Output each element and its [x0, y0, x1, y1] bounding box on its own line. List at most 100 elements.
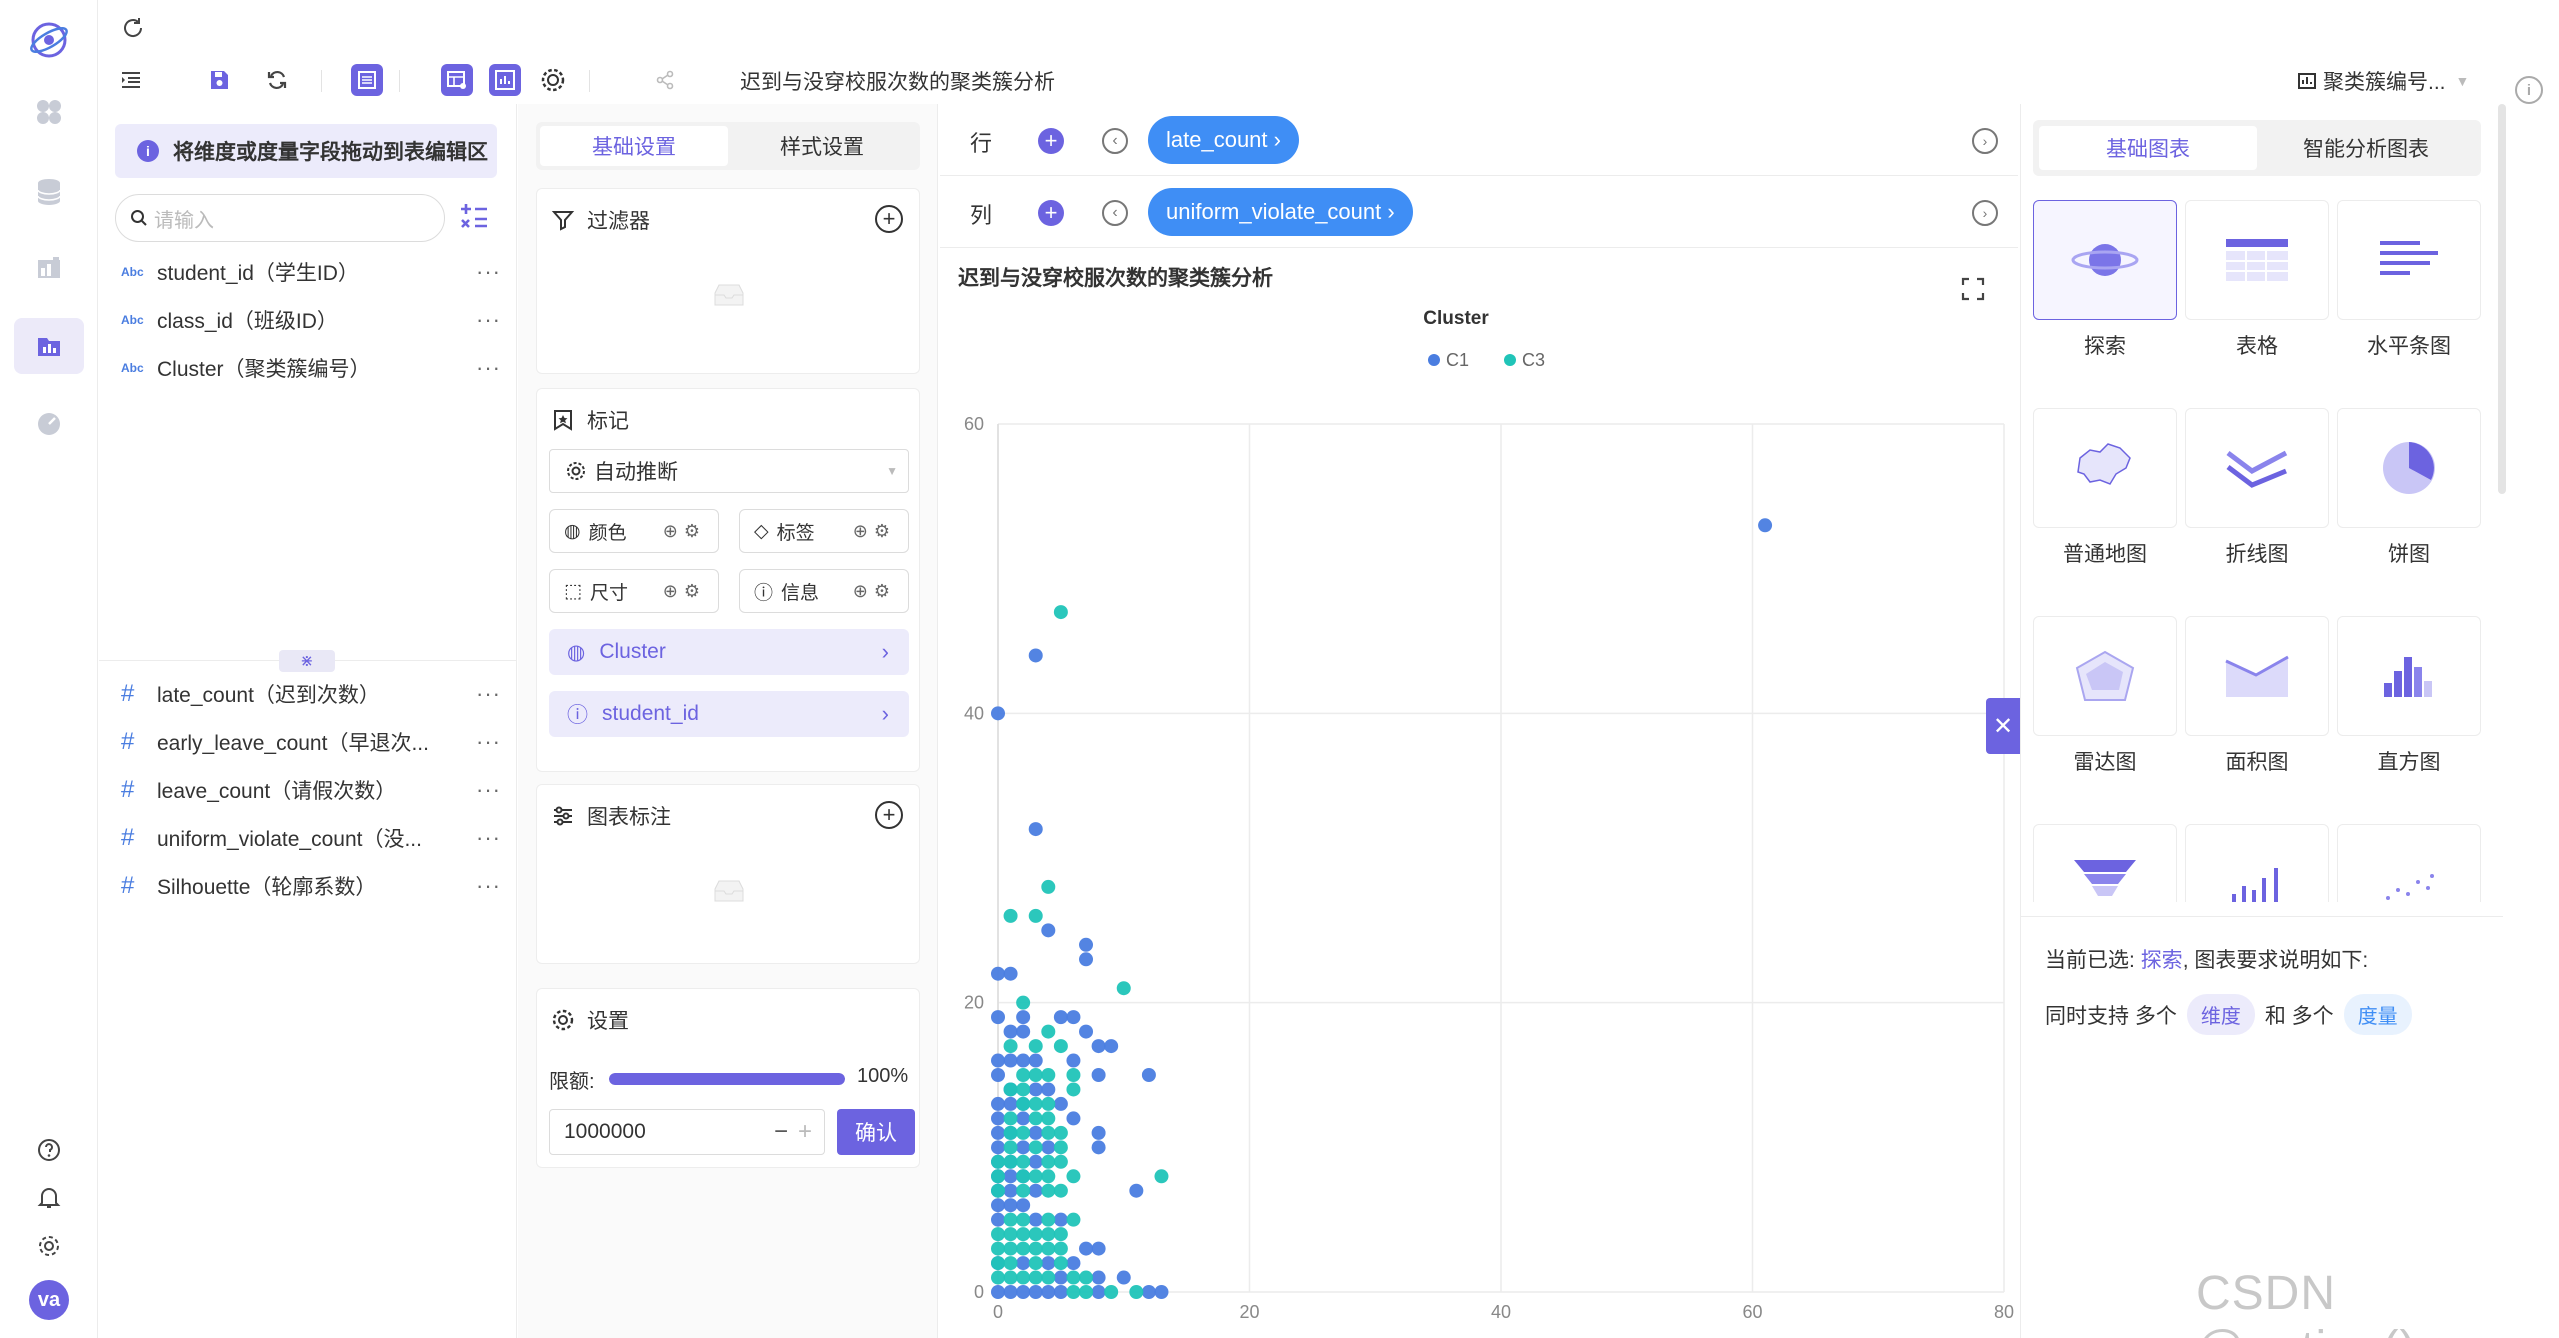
data-point-c3[interactable] [1016, 1212, 1031, 1227]
add-filter-icon[interactable]: + [875, 205, 903, 233]
data-point-c3[interactable] [1003, 1140, 1018, 1155]
column-field-pill[interactable]: uniform_violate_count › [1148, 188, 1413, 236]
tab-style-settings[interactable]: 样式设置 [728, 126, 916, 166]
data-point-c3[interactable] [1016, 1169, 1031, 1184]
data-point-c3[interactable] [1041, 879, 1056, 894]
measure-field-uniform-violate-count[interactable]: # uniform_violate_count（没... ··· [121, 818, 501, 858]
field-search-input[interactable]: 请输入 [115, 194, 445, 242]
data-point-c1[interactable] [1041, 1285, 1056, 1299]
confirm-button[interactable]: 确认 [837, 1109, 915, 1155]
workbook-icon[interactable] [14, 318, 84, 374]
data-point-c3[interactable] [1129, 1285, 1144, 1299]
mark-ops-icon[interactable]: ⊕⚙ [853, 581, 896, 602]
app-logo-icon[interactable] [14, 12, 84, 68]
data-point-c3[interactable] [1003, 1241, 1018, 1256]
dimension-field-cluster[interactable]: Abc Cluster（聚类簇编号） ··· [121, 348, 501, 388]
data-point-c1[interactable] [991, 1068, 1005, 1082]
data-point-c1[interactable] [1758, 518, 1773, 533]
mark-ops-icon[interactable]: ⊕⚙ [853, 521, 896, 542]
data-point-c3[interactable] [1041, 1096, 1056, 1111]
add-calculated-field-icon[interactable] [457, 200, 491, 234]
data-point-c1[interactable] [991, 1140, 1005, 1155]
data-point-c3[interactable] [1053, 1241, 1068, 1256]
data-point-c1[interactable] [1079, 1024, 1094, 1039]
data-point-c3[interactable] [1066, 1285, 1081, 1299]
legend-marker[interactable] [1428, 354, 1440, 366]
label-mark-button[interactable]: ◇ 标签 ⊕⚙ [739, 509, 909, 553]
info-icon[interactable]: i [2515, 76, 2543, 104]
more-icon[interactable]: ··· [476, 825, 501, 851]
data-point-c1[interactable] [1041, 923, 1056, 938]
data-point-c1[interactable] [1091, 1125, 1106, 1140]
data-point-c3[interactable] [1003, 1154, 1018, 1169]
chart-type-scatter[interactable] [2337, 824, 2481, 902]
data-point-c1[interactable] [1091, 1039, 1106, 1054]
data-point-c3[interactable] [1053, 1140, 1068, 1155]
data-point-c1[interactable] [1091, 1068, 1106, 1082]
data-point-c3[interactable] [1003, 1227, 1018, 1242]
data-point-c3[interactable] [1016, 1227, 1031, 1242]
data-point-c3[interactable] [991, 1256, 1005, 1271]
legend-label[interactable]: C3 [1522, 350, 1545, 370]
data-point-c3[interactable] [1041, 1125, 1056, 1140]
row-add-icon[interactable]: + [1038, 128, 1064, 154]
data-point-c3[interactable] [1104, 1285, 1119, 1299]
view-selector[interactable]: 聚类簇编号... ▼ [2297, 66, 2469, 96]
mark-ops-icon[interactable]: ⊕⚙ [663, 521, 706, 542]
data-point-c3[interactable] [1028, 1039, 1043, 1054]
data-point-c3[interactable] [991, 1270, 1005, 1285]
data-point-c3[interactable] [1066, 1082, 1081, 1097]
data-point-c3[interactable] [1041, 1111, 1056, 1126]
data-point-c3[interactable] [1028, 1111, 1043, 1126]
data-point-c1[interactable] [1141, 1285, 1156, 1299]
data-point-c3[interactable] [1053, 1256, 1068, 1271]
data-point-c1[interactable] [1028, 1285, 1043, 1299]
chart-type-bar[interactable] [2185, 824, 2329, 902]
data-point-c1[interactable] [1003, 966, 1018, 981]
data-point-c3[interactable] [1066, 1169, 1081, 1184]
legend-marker[interactable] [1504, 354, 1516, 366]
data-point-c3[interactable] [1003, 1082, 1018, 1097]
limit-input[interactable]: 1000000 − + [549, 1109, 825, 1155]
data-point-c1[interactable] [1003, 1198, 1018, 1213]
size-mark-button[interactable]: ⬚ 尺寸 ⊕⚙ [549, 569, 719, 613]
data-point-c1[interactable] [1116, 1270, 1131, 1285]
data-point-c1[interactable] [1016, 1053, 1031, 1068]
data-point-c3[interactable] [1016, 1068, 1031, 1082]
data-point-c1[interactable] [1041, 1140, 1056, 1155]
tab-smart-charts[interactable]: 智能分析图表 [2257, 126, 2475, 170]
data-point-c3[interactable] [1016, 1270, 1031, 1285]
data-point-c1[interactable] [1016, 1111, 1031, 1126]
row-expand-icon[interactable]: › [1972, 128, 1998, 154]
data-point-c1[interactable] [1028, 1212, 1043, 1227]
data-point-c1[interactable] [1141, 1068, 1156, 1082]
data-point-c3[interactable] [991, 1169, 1005, 1184]
data-point-c3[interactable] [1003, 1212, 1018, 1227]
data-point-c1[interactable] [1016, 1010, 1031, 1025]
data-point-c3[interactable] [1053, 1227, 1068, 1242]
data-point-c1[interactable] [1028, 1154, 1043, 1169]
measure-field-late-count[interactable]: # late_count（迟到次数） ··· [121, 674, 501, 714]
more-icon[interactable]: ··· [476, 259, 501, 285]
data-point-c3[interactable] [1016, 1082, 1031, 1097]
chart-type-table[interactable] [2185, 200, 2329, 320]
data-point-c3[interactable] [1053, 605, 1068, 620]
chart-view-icon[interactable] [489, 64, 521, 96]
chart-type-map[interactable] [2033, 408, 2177, 528]
database-icon[interactable] [14, 164, 84, 220]
minus-icon[interactable]: − [774, 1118, 788, 1146]
data-point-c3[interactable] [1003, 1039, 1018, 1054]
data-point-c1[interactable] [1091, 1241, 1106, 1256]
selected-chart-name[interactable]: 探索 [2141, 949, 2183, 972]
data-point-c1[interactable] [991, 1010, 1005, 1025]
data-point-c1[interactable] [1003, 1169, 1018, 1184]
data-point-c3[interactable] [1066, 1212, 1081, 1227]
data-point-c1[interactable] [1041, 1256, 1056, 1271]
close-panel-icon[interactable]: ✕ [1986, 698, 2020, 754]
data-point-c3[interactable] [1028, 908, 1043, 923]
data-point-c3[interactable] [991, 1241, 1005, 1256]
data-table-icon[interactable] [351, 64, 383, 96]
data-point-c3[interactable] [1041, 1241, 1056, 1256]
data-point-c1[interactable] [1053, 1010, 1068, 1025]
plus-icon[interactable]: + [798, 1118, 812, 1146]
